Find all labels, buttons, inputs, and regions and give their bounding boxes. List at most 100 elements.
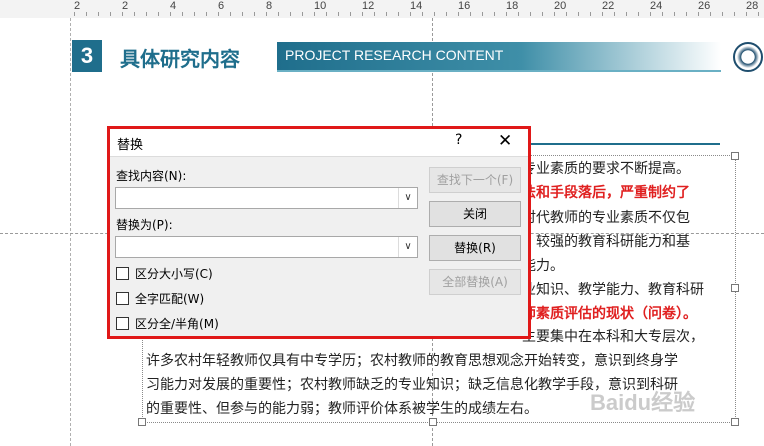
ruler-label: 10 <box>314 0 327 12</box>
find-next-button[interactable]: 查找下一个(F) <box>429 167 521 193</box>
ruler-tick <box>170 12 171 16</box>
ruler-tick <box>326 12 327 16</box>
watermark: Baidu经验 <box>590 390 696 415</box>
match-case-checkbox[interactable] <box>116 267 129 280</box>
guide-line <box>70 18 71 446</box>
ruler-label: 2 <box>74 0 81 12</box>
section-title: 具体研究内容 <box>120 47 240 71</box>
banner-underline <box>277 70 721 72</box>
ruler-tick <box>650 12 651 16</box>
ruler-label: 6 <box>218 0 225 12</box>
ruler-label: 24 <box>650 0 663 12</box>
match-case-label: 区分大小写(C) <box>135 267 213 281</box>
body-text-line: 、较强的教育科研能力和基 <box>522 234 690 250</box>
ruler-label: 18 <box>506 0 519 12</box>
ruler-tick <box>98 12 99 16</box>
ruler-tick <box>458 12 459 16</box>
ruler-label: 14 <box>410 0 423 12</box>
chevron-down-icon[interactable]: ∨ <box>398 188 417 208</box>
ruler-tick <box>626 12 627 16</box>
ruler-tick <box>638 12 639 16</box>
find-label: 查找内容(N): <box>116 169 187 183</box>
body-text-line: 时代教师的专业素质不仅包 <box>522 210 690 226</box>
ruler-tick <box>674 12 675 16</box>
resize-handle[interactable] <box>429 418 437 426</box>
ruler-tick <box>578 12 579 16</box>
ruler-tick <box>410 12 411 16</box>
match-width-label: 区分全/半角(M) <box>135 317 219 331</box>
resize-handle[interactable] <box>731 418 739 426</box>
ruler-tick <box>302 12 303 16</box>
resize-handle[interactable] <box>138 418 146 426</box>
banner-text: PROJECT RESEARCH CONTENT <box>285 47 504 63</box>
ruler-tick <box>266 12 267 16</box>
divider <box>520 143 720 145</box>
whole-word-checkbox[interactable] <box>116 292 129 305</box>
ruler-tick <box>314 12 315 16</box>
ruler-tick <box>290 12 291 16</box>
ruler-tick <box>698 12 699 16</box>
ruler-tick <box>746 12 747 16</box>
chevron-down-icon[interactable]: ∨ <box>398 237 417 257</box>
replace-all-button[interactable]: 全部替换(A) <box>429 269 521 295</box>
close-icon[interactable]: ✕ <box>498 131 512 151</box>
resize-handle[interactable] <box>731 152 739 160</box>
ruler-tick <box>218 12 219 16</box>
ruler-tick <box>242 12 243 16</box>
body-text-line: 专业素质的要求不断提高。 <box>522 161 690 177</box>
body-text-line: 主要集中在本科和大专层次， <box>522 329 704 345</box>
replace-input[interactable]: ∨ <box>115 236 418 258</box>
ruler-tick <box>434 12 435 16</box>
ruler-label: 4 <box>170 0 177 12</box>
find-input[interactable]: ∨ <box>115 187 418 209</box>
ruler-tick <box>446 12 447 16</box>
ruler-label: 2 <box>122 0 129 12</box>
dialog-title: 替换 <box>117 138 144 153</box>
school-logo-icon <box>733 42 763 72</box>
replace-button[interactable]: 替换(R) <box>429 235 521 261</box>
title-banner: PROJECT RESEARCH CONTENT <box>277 42 721 70</box>
ruler-tick <box>74 12 75 16</box>
horizontal-ruler: 2 2 4 6 8 10 12 14 16 18 20 22 24 26 28 <box>0 0 764 19</box>
ruler-tick <box>134 12 135 16</box>
ruler-tick <box>350 12 351 16</box>
ruler-tick <box>194 12 195 16</box>
ruler-tick <box>614 12 615 16</box>
replace-label: 替换为(P): <box>116 218 173 232</box>
ruler-label: 12 <box>362 0 375 12</box>
section-number: 3 <box>72 40 102 72</box>
ruler-tick <box>722 12 723 16</box>
ruler-tick <box>206 12 207 16</box>
ruler-tick <box>338 12 339 16</box>
help-button[interactable]: ? <box>455 132 462 148</box>
ruler-tick <box>86 12 87 16</box>
body-text-line: 法和手段落后，严重制约了 <box>522 185 690 201</box>
ruler-tick <box>542 12 543 16</box>
ruler-label: 22 <box>602 0 615 12</box>
ruler-tick <box>278 12 279 16</box>
ruler-tick <box>362 12 363 16</box>
whole-word-label: 全字匹配(W) <box>135 292 205 306</box>
ruler-tick <box>506 12 507 16</box>
ruler-tick <box>158 12 159 16</box>
ruler-tick <box>398 12 399 16</box>
ruler-tick <box>110 12 111 16</box>
ruler-tick <box>494 12 495 16</box>
ruler-tick <box>734 12 735 16</box>
replace-dialog: 替换 ? ✕ 查找内容(N): ∨ 替换为(P): ∨ 查找下一个(F) 关闭 … <box>107 126 531 339</box>
body-text-line: 许多农村年轻教师仅具有中专学历；农村教师的教育思想观念开始转变，意识到终身学 <box>146 353 678 369</box>
match-width-checkbox[interactable] <box>116 317 129 330</box>
ruler-tick <box>182 12 183 16</box>
dialog-titlebar: 替换 ? ✕ <box>110 129 528 157</box>
ruler-tick <box>554 12 555 16</box>
ruler-tick <box>686 12 687 16</box>
close-button[interactable]: 关闭 <box>429 201 521 227</box>
ruler-tick <box>230 12 231 16</box>
ruler-label: 26 <box>698 0 711 12</box>
resize-handle[interactable] <box>731 284 739 292</box>
ruler-tick <box>758 12 759 16</box>
ruler-tick <box>710 12 711 16</box>
ruler-tick <box>122 12 123 16</box>
ruler-tick <box>374 12 375 16</box>
body-text-line: 的重要性、但参与的能力弱；教师评价体系被学生的成绩左右。 <box>146 401 538 417</box>
